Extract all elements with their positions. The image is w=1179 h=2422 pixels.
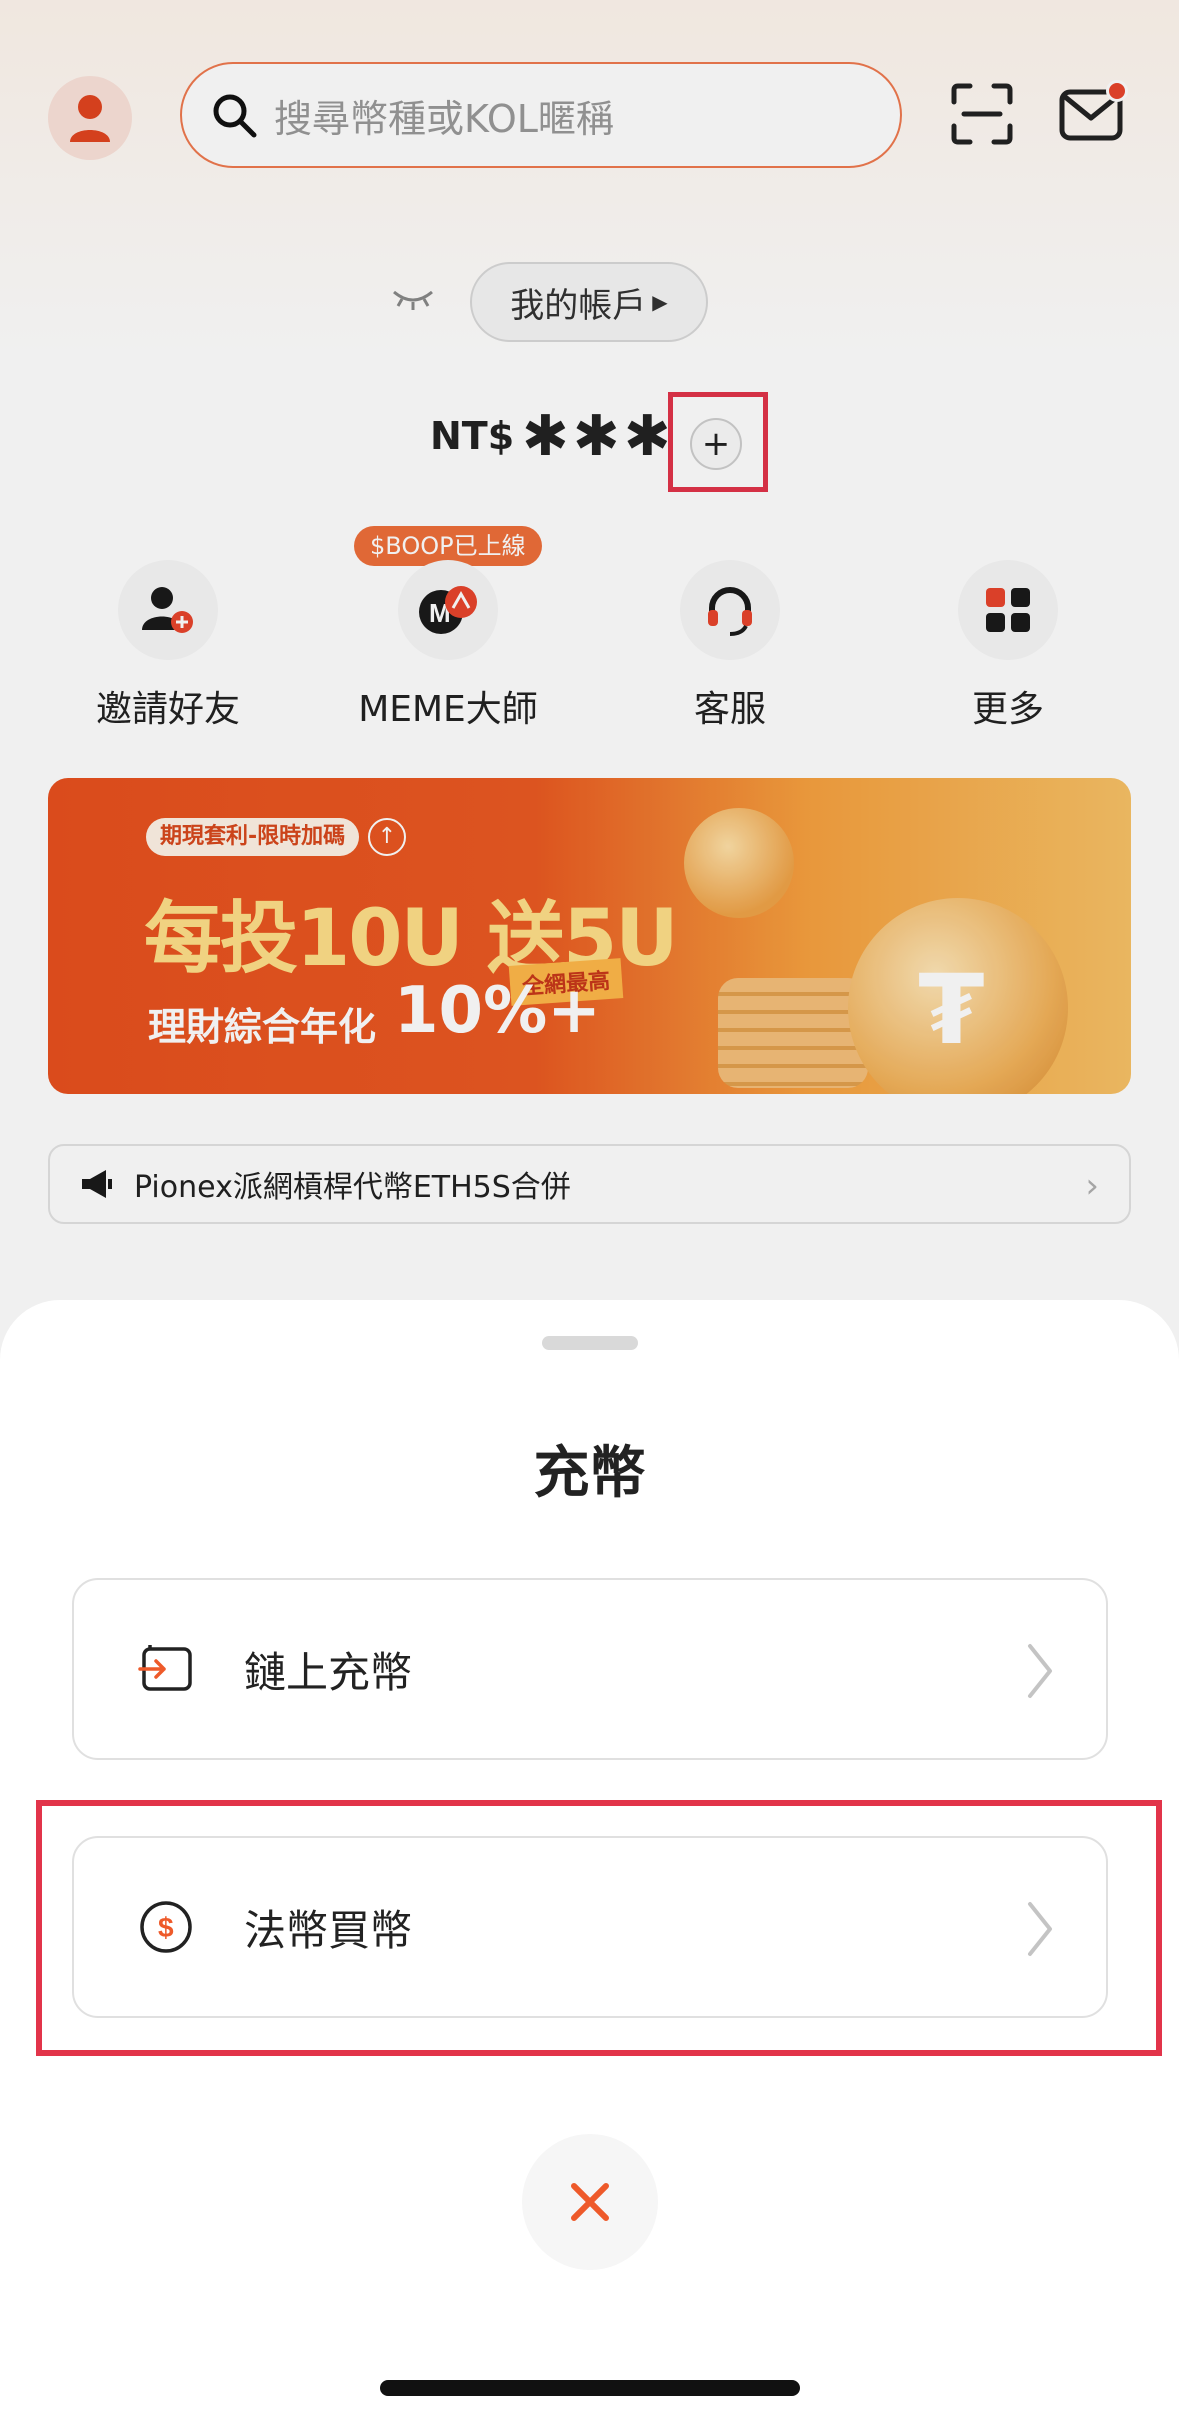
- home-indicator: [380, 2380, 800, 2396]
- close-icon: [571, 2183, 609, 2221]
- deposit-bottom-sheet: 充幣 鏈上充幣 $ 法幣買幣: [0, 1300, 1179, 2422]
- chevron-right-icon: [1028, 1644, 1052, 1698]
- close-button[interactable]: [522, 2134, 658, 2270]
- highlight-box-fiat: [36, 1800, 1162, 2056]
- drag-handle[interactable]: [542, 1336, 638, 1350]
- wallet-deposit-icon: [138, 1645, 192, 1691]
- option-label: 鏈上充幣: [244, 1647, 413, 1697]
- on-chain-deposit-option[interactable]: 鏈上充幣: [72, 1578, 1108, 1760]
- sheet-title: 充幣: [533, 1441, 646, 1506]
